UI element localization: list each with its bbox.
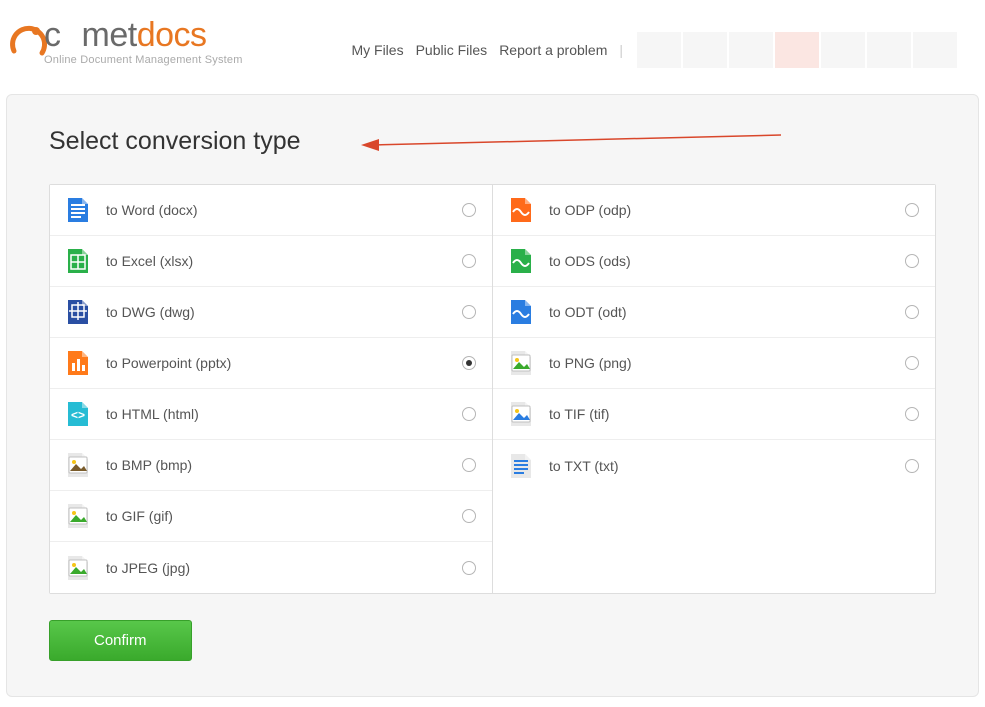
option-radio[interactable] — [905, 254, 919, 268]
conversion-option-word[interactable]: to Word (docx) — [50, 185, 492, 236]
option-label: to HTML (html) — [106, 406, 462, 422]
conversion-option-jpeg[interactable]: to JPEG (jpg) — [50, 542, 492, 593]
txt-icon — [507, 452, 535, 480]
gif-icon — [64, 502, 92, 530]
option-label: to Word (docx) — [106, 202, 462, 218]
option-radio[interactable] — [462, 561, 476, 575]
conversion-option-tif[interactable]: to TIF (tif) — [493, 389, 935, 440]
logo-text: cmetdocs Online Document Management Syst… — [44, 18, 243, 66]
bmp-icon — [64, 451, 92, 479]
option-label: to Excel (xlsx) — [106, 253, 462, 269]
jpeg-icon — [64, 554, 92, 582]
dwg-icon — [64, 298, 92, 326]
option-label: to Powerpoint (pptx) — [106, 355, 462, 371]
logo-tagline: Online Document Management System — [44, 54, 243, 66]
word-icon — [64, 196, 92, 224]
conversion-option-odp[interactable]: to ODP (odp) — [493, 185, 935, 236]
nav-report-problem[interactable]: Report a problem — [499, 42, 607, 58]
option-radio[interactable] — [462, 254, 476, 268]
option-radio[interactable] — [462, 509, 476, 523]
logo-pre: c — [44, 16, 61, 54]
odt-icon — [507, 298, 535, 326]
conversion-option-png[interactable]: to PNG (png) — [493, 338, 935, 389]
header: cmetdocs Online Document Management Syst… — [0, 0, 985, 82]
nav-placeholder — [637, 32, 957, 68]
conversion-grid: to Word (docx) to Excel (xlsx) to DWG (dwg… — [49, 184, 936, 594]
nav-sep: | — [619, 42, 623, 58]
option-radio[interactable] — [905, 459, 919, 473]
conversion-option-dwg[interactable]: to DWG (dwg) — [50, 287, 492, 338]
nav-my-files[interactable]: My Files — [351, 42, 403, 58]
option-label: to ODT (odt) — [549, 304, 905, 320]
option-label: to BMP (bmp) — [106, 457, 462, 473]
powerpoint-icon — [64, 349, 92, 377]
logo-post: docs — [137, 16, 207, 54]
logo-mid: met — [82, 16, 137, 54]
option-radio[interactable] — [462, 203, 476, 217]
option-radio[interactable] — [462, 356, 476, 370]
option-radio[interactable] — [905, 203, 919, 217]
logo[interactable]: cmetdocs Online Document Management Syst… — [8, 18, 243, 66]
option-radio[interactable] — [905, 356, 919, 370]
conversion-option-odt[interactable]: to ODT (odt) — [493, 287, 935, 338]
nav-public-files[interactable]: Public Files — [416, 42, 488, 58]
confirm-button[interactable]: Confirm — [49, 620, 192, 661]
option-radio[interactable] — [905, 407, 919, 421]
conversion-col-right: to ODP (odp) to ODS (ods) to ODT (odt) to P… — [493, 185, 935, 593]
option-radio[interactable] — [462, 407, 476, 421]
option-label: to ODP (odp) — [549, 202, 905, 218]
conversion-option-txt[interactable]: to TXT (txt) — [493, 440, 935, 491]
panel-title: Select conversion type — [49, 127, 936, 156]
option-label: to JPEG (jpg) — [106, 560, 462, 576]
excel-icon — [64, 247, 92, 275]
option-label: to GIF (gif) — [106, 508, 462, 524]
svg-text:<>: <> — [71, 408, 85, 422]
png-icon — [507, 349, 535, 377]
option-radio[interactable] — [462, 458, 476, 472]
conversion-col-left: to Word (docx) to Excel (xlsx) to DWG (dwg… — [50, 185, 493, 593]
option-radio[interactable] — [462, 305, 476, 319]
conversion-option-html[interactable]: <> to HTML (html) — [50, 389, 492, 440]
option-label: to TIF (tif) — [549, 406, 905, 422]
option-label: to ODS (ods) — [549, 253, 905, 269]
odp-icon — [507, 196, 535, 224]
conversion-option-powerpoint[interactable]: to Powerpoint (pptx) — [50, 338, 492, 389]
html-icon: <> — [64, 400, 92, 428]
option-label: to DWG (dwg) — [106, 304, 462, 320]
nav: My Files Public Files Report a problem | — [351, 18, 977, 68]
conversion-option-bmp[interactable]: to BMP (bmp) — [50, 440, 492, 491]
option-label: to PNG (png) — [549, 355, 905, 371]
conversion-option-excel[interactable]: to Excel (xlsx) — [50, 236, 492, 287]
conversion-option-gif[interactable]: to GIF (gif) — [50, 491, 492, 542]
option-label: to TXT (txt) — [549, 458, 905, 474]
option-radio[interactable] — [905, 305, 919, 319]
conversion-panel: Select conversion type to Word (docx)to … — [6, 94, 979, 697]
conversion-option-ods[interactable]: to ODS (ods) — [493, 236, 935, 287]
ods-icon — [507, 247, 535, 275]
tif-icon — [507, 400, 535, 428]
